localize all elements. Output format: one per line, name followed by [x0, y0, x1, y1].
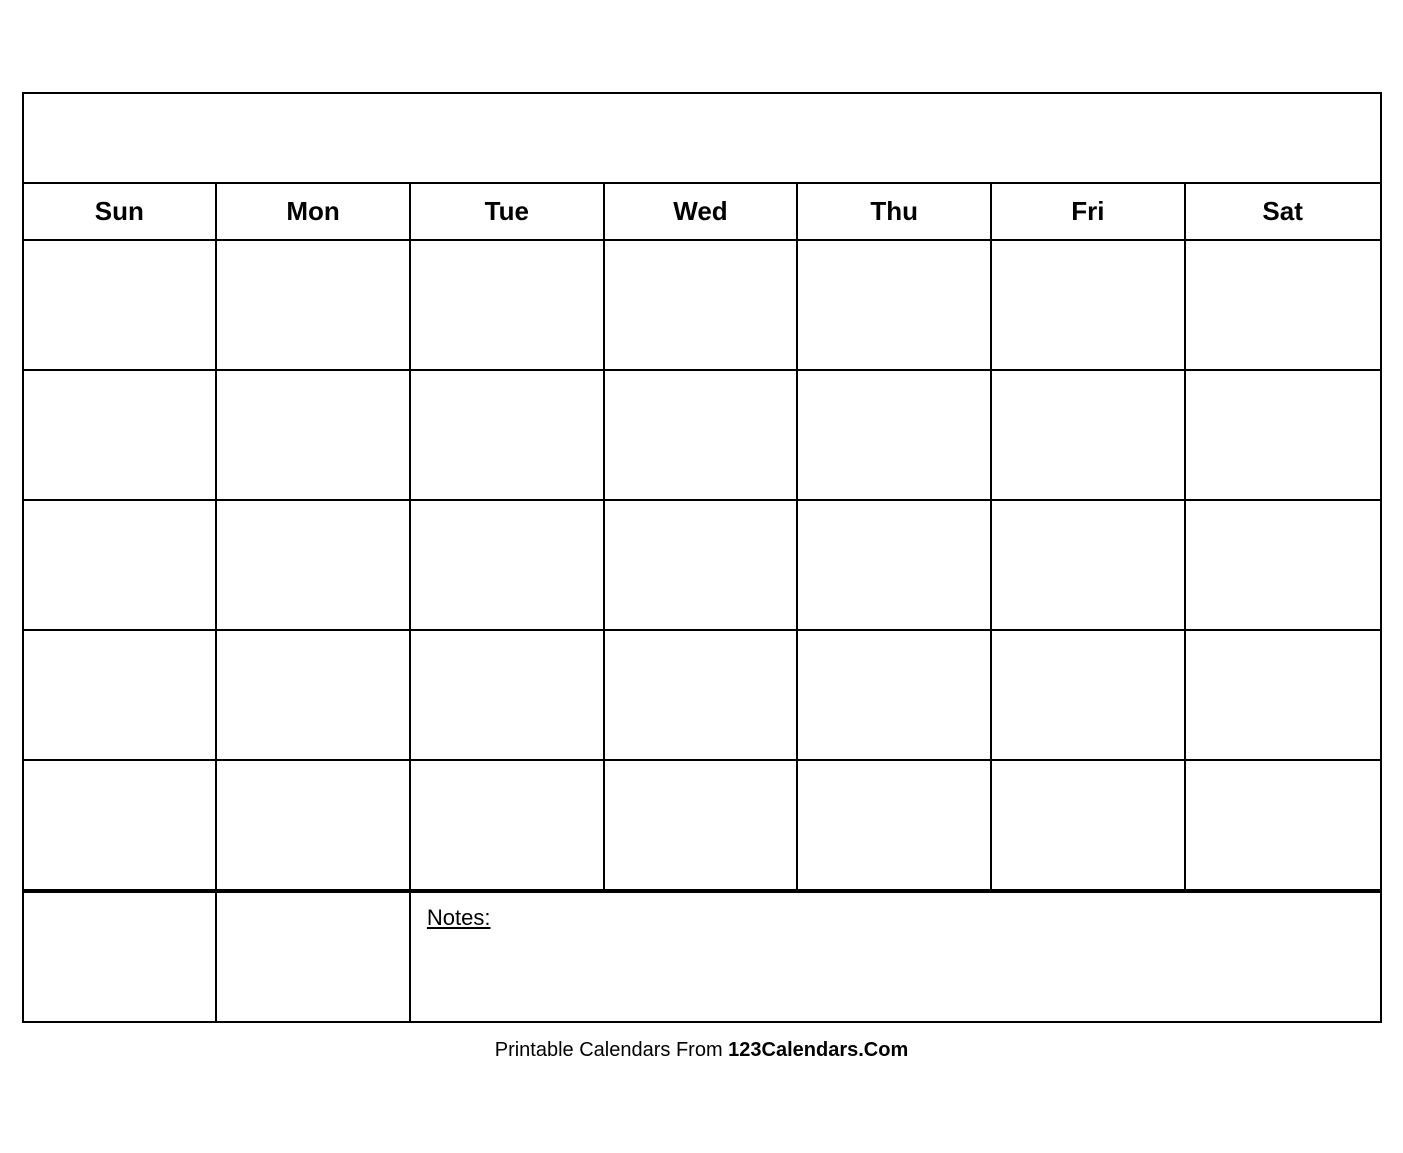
cell-3-5[interactable]: [798, 501, 992, 629]
header-sun: Sun: [24, 184, 218, 239]
cell-1-2[interactable]: [217, 241, 411, 369]
cell-1-7[interactable]: [1186, 241, 1380, 369]
calendar-row-1: [24, 241, 1380, 371]
cell-1-5[interactable]: [798, 241, 992, 369]
cell-2-3[interactable]: [411, 371, 605, 499]
cell-1-4[interactable]: [605, 241, 799, 369]
cell-3-6[interactable]: [992, 501, 1186, 629]
calendar-body: Notes:: [24, 241, 1380, 1021]
cell-4-2[interactable]: [217, 631, 411, 759]
cell-3-7[interactable]: [1186, 501, 1380, 629]
calendar-row-3: [24, 501, 1380, 631]
footer: Printable Calendars From 123Calendars.Co…: [495, 1039, 909, 1062]
header-fri: Fri: [992, 184, 1186, 239]
cell-2-4[interactable]: [605, 371, 799, 499]
cell-5-6[interactable]: [992, 761, 1186, 889]
header-wed: Wed: [605, 184, 799, 239]
calendar-row-4: [24, 631, 1380, 761]
notes-label: Notes:: [427, 905, 491, 930]
cell-5-7[interactable]: [1186, 761, 1380, 889]
cell-2-1[interactable]: [24, 371, 218, 499]
calendar-row-2: [24, 371, 1380, 501]
footer-brand: 123Calendars.Com: [728, 1039, 908, 1061]
cell-1-3[interactable]: [411, 241, 605, 369]
footer-text: Printable Calendars From: [495, 1039, 728, 1061]
cell-2-7[interactable]: [1186, 371, 1380, 499]
calendar-container: Sun Mon Tue Wed Thu Fri Sat: [22, 92, 1382, 1023]
cell-2-2[interactable]: [217, 371, 411, 499]
notes-empty-cell-1: [24, 893, 218, 1021]
cell-4-4[interactable]: [605, 631, 799, 759]
header-mon: Mon: [217, 184, 411, 239]
notes-empty-cell-2: [217, 893, 411, 1021]
notes-content-cell[interactable]: Notes:: [411, 893, 1380, 1021]
cell-4-3[interactable]: [411, 631, 605, 759]
notes-row: Notes:: [24, 891, 1380, 1021]
calendar-header: Sun Mon Tue Wed Thu Fri Sat: [24, 184, 1380, 241]
cell-1-1[interactable]: [24, 241, 218, 369]
cell-5-3[interactable]: [411, 761, 605, 889]
cell-4-6[interactable]: [992, 631, 1186, 759]
cell-3-4[interactable]: [605, 501, 799, 629]
cell-1-6[interactable]: [992, 241, 1186, 369]
cell-2-5[interactable]: [798, 371, 992, 499]
cell-3-2[interactable]: [217, 501, 411, 629]
cell-4-1[interactable]: [24, 631, 218, 759]
cell-4-7[interactable]: [1186, 631, 1380, 759]
cell-2-6[interactable]: [992, 371, 1186, 499]
header-thu: Thu: [798, 184, 992, 239]
calendar-row-5: [24, 761, 1380, 891]
header-tue: Tue: [411, 184, 605, 239]
cell-3-3[interactable]: [411, 501, 605, 629]
cell-3-1[interactable]: [24, 501, 218, 629]
cell-5-4[interactable]: [605, 761, 799, 889]
calendar-title-row: [24, 94, 1380, 184]
cell-5-1[interactable]: [24, 761, 218, 889]
cell-5-2[interactable]: [217, 761, 411, 889]
header-sat: Sat: [1186, 184, 1380, 239]
cell-5-5[interactable]: [798, 761, 992, 889]
cell-4-5[interactable]: [798, 631, 992, 759]
